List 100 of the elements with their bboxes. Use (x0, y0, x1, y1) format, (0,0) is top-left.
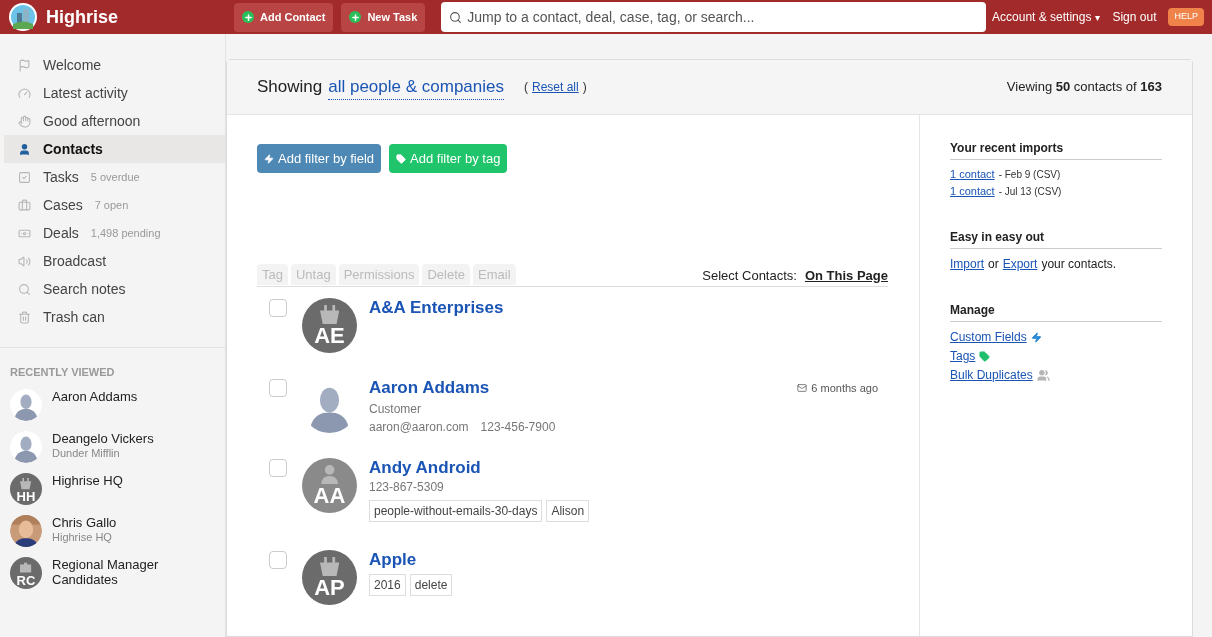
contact-name[interactable]: Apple (369, 550, 417, 570)
silhouette-icon (10, 430, 42, 463)
recent-item[interactable]: Chris Gallo Highrise HQ (10, 514, 215, 547)
avatar-initials: AE (314, 324, 345, 350)
gauge-icon (18, 86, 31, 100)
sidebar-item[interactable]: Latest activity (4, 79, 225, 107)
sidebar-item[interactable]: Welcome (4, 51, 225, 79)
search-icon (18, 282, 31, 296)
contact-name[interactable]: Aaron Addams (369, 378, 490, 398)
recent-subtitle: Highrise HQ (52, 529, 113, 545)
aside-heading: Your recent imports (950, 139, 1162, 160)
manage-link[interactable]: Custom Fields (950, 328, 1027, 347)
sidebar-item[interactable]: Search notes (4, 275, 225, 303)
buildings-logo-icon (8, 2, 38, 32)
recent-name: Deangelo Vickers (52, 430, 154, 446)
aside-link[interactable]: Import (950, 255, 984, 273)
tag-chip[interactable]: Alison (546, 500, 590, 522)
paren: ) (582, 79, 587, 96)
recent-item[interactable]: Deangelo Vickers Dunder Mifflin (10, 430, 215, 463)
import-detail: - Feb 9 (CSV) (998, 168, 1061, 182)
plus-icon (242, 11, 254, 23)
aside-text: your contacts. (1041, 256, 1117, 273)
filter-button[interactable]: Add filter by field (257, 144, 382, 173)
briefcase-icon (20, 562, 32, 574)
account-link[interactable]: Account & settings ▾ (992, 8, 1101, 26)
recent-subtitle: Dunder Mifflin (52, 446, 121, 461)
contact-email: aaron@aaron.com (369, 419, 469, 436)
section-heading: RECENTLY VIEWED (10, 365, 116, 380)
recent-name: Aaron Addams (52, 388, 138, 404)
select-label: Select Contacts: (702, 266, 797, 285)
aside-link[interactable]: Export (1002, 255, 1038, 273)
avatar-initials: AA (313, 484, 346, 510)
building-icon (319, 304, 340, 324)
contact-count-link[interactable]: 1 contact (950, 183, 995, 200)
building-icon (20, 478, 32, 490)
item-note: 5 overdue (90, 169, 140, 185)
reset-link[interactable]: Reset all (532, 78, 579, 96)
manage-link[interactable]: Tags (950, 347, 976, 366)
row-checkbox[interactable] (269, 551, 287, 569)
aside-text: or (988, 256, 999, 273)
recent-item[interactable]: HH Highrise HQ (10, 472, 215, 505)
tag-chip[interactable]: 2016 (369, 574, 406, 596)
aside-heading: Easy in easy out (950, 228, 1162, 249)
contact-phone: 123-456-7900 (480, 419, 556, 436)
tag-chip[interactable]: delete (409, 574, 453, 596)
person-icon (319, 464, 340, 484)
trash-icon (18, 310, 31, 324)
header-button[interactable]: New Task (341, 2, 426, 32)
sidebar-item[interactable]: Broadcast (4, 247, 225, 275)
sidebar-item[interactable]: Contacts (4, 135, 225, 163)
avatar-initials: HH (16, 489, 36, 505)
avatar-initials: RC (16, 573, 36, 589)
tag-icon (979, 351, 991, 362)
tag-icon (396, 153, 407, 164)
item-note: 7 open (94, 197, 129, 213)
people-icon (1036, 369, 1050, 382)
on-this-page-link[interactable]: On This Page (804, 265, 888, 285)
sign-out-link[interactable]: Sign out (1112, 8, 1157, 26)
row-checkbox[interactable] (269, 459, 287, 477)
recent-name: Highrise HQ (52, 472, 123, 488)
hand-icon (18, 114, 31, 128)
tag-chip[interactable]: people-without-emails-30-days (369, 500, 543, 522)
recent-item[interactable]: RC Regional Manager Candidates (10, 556, 215, 589)
caret-icon: ▾ (1095, 9, 1101, 25)
aside-heading: Manage (950, 301, 1162, 322)
contact-phone: 123-867-5309 (369, 479, 444, 496)
search-field[interactable]: Jump to a contact, deal, case, tag, or search... (441, 2, 987, 32)
search-icon (449, 11, 463, 24)
mail-icon (797, 383, 808, 393)
app-name: Highrise (46, 5, 119, 29)
avatar-initials: AP (314, 576, 345, 602)
item-note: 1,498 pending (90, 225, 161, 241)
contact-name[interactable]: A&A Enterprises (369, 298, 504, 318)
bolt-icon (1030, 332, 1042, 343)
sidebar-item[interactable]: Tasks 5 overdue (4, 163, 225, 191)
sidebar-item[interactable]: Cases 7 open (4, 191, 225, 219)
sidebar-item[interactable]: Trash can (4, 303, 225, 331)
recent-name: Regional Manager Candidates (52, 556, 160, 587)
recent-name: Chris Gallo (52, 514, 117, 530)
bolt-icon (264, 153, 274, 164)
manage-link[interactable]: Bulk Duplicates (950, 366, 1033, 385)
row-checkbox[interactable] (269, 299, 287, 317)
contact-name[interactable]: Andy Android (369, 458, 481, 478)
checkbox-icon (18, 170, 31, 184)
showing-link[interactable]: all people & companies (328, 73, 504, 101)
plus-icon (349, 11, 362, 23)
row-checkbox[interactable] (269, 379, 287, 397)
showing-label: Showing (257, 76, 323, 99)
sidebar-item[interactable]: Deals 1,498 pending (4, 219, 225, 247)
building-icon (319, 556, 340, 576)
sidebar-item[interactable]: Good afternoon (4, 107, 225, 135)
contact-count-link[interactable]: 1 contact (950, 166, 995, 183)
silhouette-icon (10, 388, 42, 421)
last-contact: 6 months ago (811, 380, 878, 396)
flag-icon (18, 58, 31, 72)
header-button[interactable]: Add Contact (234, 2, 334, 32)
recent-item[interactable]: Aaron Addams (10, 388, 215, 421)
briefcase-icon (18, 198, 31, 212)
signal-icon (18, 254, 31, 268)
paren: ( (524, 79, 528, 96)
